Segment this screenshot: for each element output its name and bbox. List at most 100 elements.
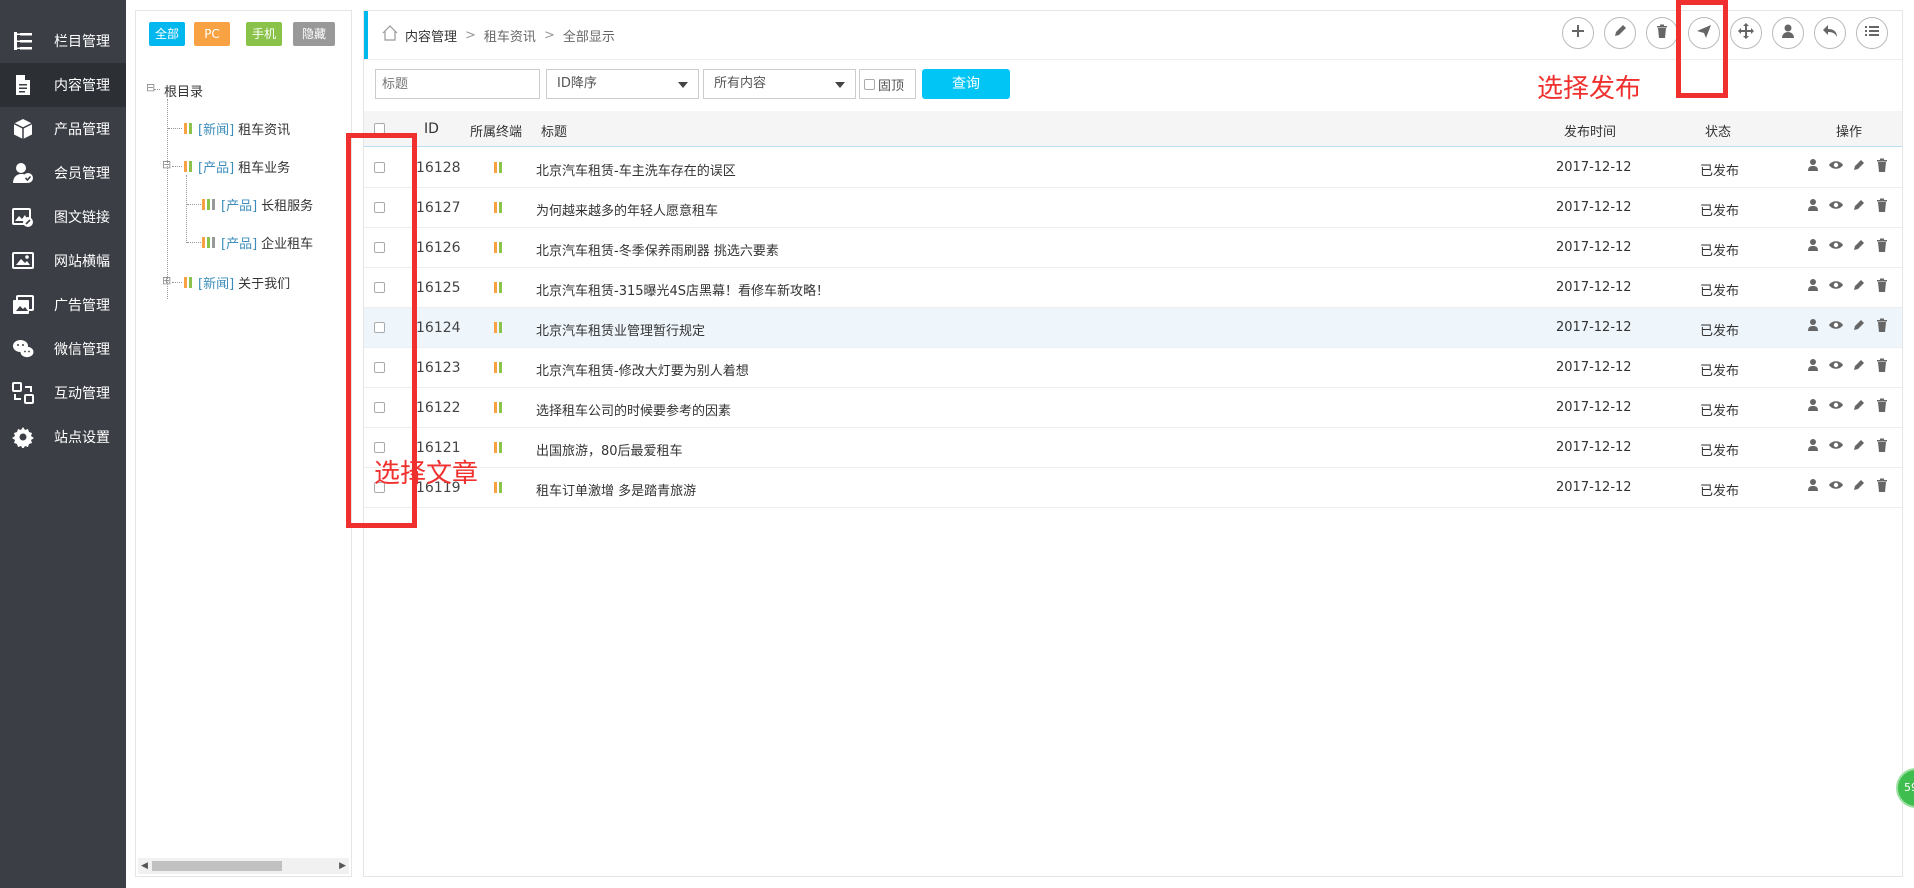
table-row[interactable]: 16125 北京汽车租赁-315曝光4S店黑幕！看修车新攻略！ 2017-12-12… — [364, 268, 1902, 308]
delete-icon[interactable] — [1875, 318, 1889, 336]
add-button[interactable] — [1562, 17, 1594, 49]
delete-icon[interactable] — [1875, 278, 1889, 296]
delete-icon[interactable] — [1875, 398, 1889, 416]
sticky-checkbox[interactable] — [864, 78, 875, 90]
user-icon[interactable] — [1806, 318, 1820, 336]
user-icon[interactable] — [1806, 238, 1820, 256]
home-icon[interactable] — [381, 24, 399, 46]
edit-icon[interactable] — [1852, 438, 1866, 456]
view-icon[interactable] — [1829, 278, 1843, 296]
table-row[interactable]: 16121 出国旅游，80后最爱租车 2017-12-12 已发布 — [364, 428, 1902, 468]
row-title[interactable]: 北京汽车租赁-冬季保养雨刷器 挑选六要素 — [536, 240, 779, 259]
table-row[interactable]: 16128 北京汽车租赁-车主洗车存在的误区 2017-12-12 已发布 — [364, 148, 1902, 188]
col-date[interactable]: 发布时间 — [1564, 121, 1616, 140]
tree-expand-icon[interactable]: ⊞ — [162, 274, 171, 287]
list-button[interactable] — [1856, 17, 1888, 49]
sidebar-item-product[interactable]: 产品管理 — [0, 107, 126, 151]
row-title[interactable]: 北京汽车租赁-车主洗车存在的误区 — [536, 160, 736, 179]
view-icon[interactable] — [1829, 358, 1843, 376]
edit-icon[interactable] — [1852, 358, 1866, 376]
row-title[interactable]: 北京汽车租赁-315曝光4S店黑幕！看修车新攻略！ — [536, 280, 829, 299]
breadcrumb-item[interactable]: 租车资讯 — [484, 26, 536, 45]
view-icon[interactable] — [1829, 398, 1843, 416]
edit-icon[interactable] — [1852, 198, 1866, 216]
view-icon[interactable] — [1829, 238, 1843, 256]
move-button[interactable] — [1730, 17, 1762, 49]
row-title[interactable]: 北京汽车租赁业管理暂行规定 — [536, 320, 705, 339]
tree-item-qiye[interactable]: [产品] 企业租车 — [202, 233, 313, 252]
title-search-input[interactable] — [375, 69, 540, 99]
view-icon[interactable] — [1829, 198, 1843, 216]
user-icon[interactable] — [1806, 158, 1820, 176]
delete-icon[interactable] — [1875, 158, 1889, 176]
edit-icon[interactable] — [1852, 238, 1866, 256]
tree-item-zucheyewu[interactable]: [产品] 租车业务 — [184, 157, 290, 176]
breadcrumb-item[interactable]: 全部显示 — [563, 26, 615, 45]
filter-all-button[interactable]: 全部 — [149, 22, 185, 46]
edit-button[interactable] — [1604, 17, 1636, 49]
edit-icon[interactable] — [1852, 158, 1866, 176]
view-icon[interactable] — [1829, 318, 1843, 336]
delete-icon[interactable] — [1875, 438, 1889, 456]
col-id[interactable]: ID — [424, 121, 439, 137]
row-title[interactable]: 为何越来越多的年轻人愿意租车 — [536, 200, 718, 219]
delete-icon[interactable] — [1875, 238, 1889, 256]
user-icon[interactable] — [1806, 278, 1820, 296]
scroll-left-icon[interactable]: ◀ — [141, 858, 148, 874]
view-icon[interactable] — [1829, 478, 1843, 496]
table-row[interactable]: 16119 租车订单激增 多是踏青旅游 2017-12-12 已发布 — [364, 468, 1902, 508]
breadcrumb-item[interactable]: 内容管理 — [405, 26, 457, 45]
tree-item-changzu[interactable]: [产品] 长租服务 — [202, 195, 313, 214]
table-row[interactable]: 16127 为何越来越多的年轻人愿意租车 2017-12-12 已发布 — [364, 188, 1902, 228]
row-title[interactable]: 租车订单激增 多是踏青旅游 — [536, 480, 696, 499]
tree-root[interactable]: 根目录 — [164, 81, 203, 100]
filter-mobile-button[interactable]: 手机 — [246, 22, 282, 46]
tree-horizontal-scrollbar[interactable]: ◀ ▶ — [138, 858, 349, 874]
tree-collapse-icon[interactable]: ⊟ — [146, 81, 155, 94]
table-row[interactable]: 16122 选择租车公司的时候要参考的因素 2017-12-12 已发布 — [364, 388, 1902, 428]
filter-hidden-button[interactable]: 隐藏 — [293, 22, 335, 46]
scroll-right-icon[interactable]: ▶ — [339, 858, 346, 874]
table-row[interactable]: 16126 北京汽车租赁-冬季保养雨刷器 挑选六要素 2017-12-12 已发布 — [364, 228, 1902, 268]
delete-icon[interactable] — [1875, 478, 1889, 496]
content-filter-select[interactable]: 所有内容 — [703, 69, 856, 99]
table-row[interactable]: 16123 北京汽车租赁-修改大灯要为别人着想 2017-12-12 已发布 — [364, 348, 1902, 388]
user-icon[interactable] — [1806, 478, 1820, 496]
sidebar-item-column[interactable]: 栏目管理 — [0, 19, 126, 63]
tree-collapse-icon[interactable]: ⊟ — [162, 158, 171, 171]
tree-item-about[interactable]: [新闻] 关于我们 — [184, 273, 290, 292]
sidebar-item-content[interactable]: 内容管理 — [0, 63, 126, 107]
edit-icon[interactable] — [1852, 318, 1866, 336]
sidebar-item-ad[interactable]: 广告管理 — [0, 283, 126, 327]
table-row[interactable]: 16124 北京汽车租赁业管理暂行规定 2017-12-12 已发布 — [364, 308, 1902, 348]
sidebar-item-wechat[interactable]: 微信管理 — [0, 327, 126, 371]
sidebar-item-settings[interactable]: 站点设置 — [0, 415, 126, 459]
row-title[interactable]: 出国旅游，80后最爱租车 — [536, 440, 683, 459]
sidebar-item-interact[interactable]: 互动管理 — [0, 371, 126, 415]
user-button[interactable] — [1772, 17, 1804, 49]
edit-icon[interactable] — [1852, 478, 1866, 496]
user-icon[interactable] — [1806, 438, 1820, 456]
user-icon[interactable] — [1806, 198, 1820, 216]
user-icon[interactable] — [1806, 398, 1820, 416]
query-button[interactable]: 查询 — [922, 69, 1010, 99]
row-title[interactable]: 北京汽车租赁-修改大灯要为别人着想 — [536, 360, 749, 379]
tree-item-zuchezixun[interactable]: [新闻] 租车资讯 — [184, 119, 290, 138]
sidebar-item-banner[interactable]: 网站横幅 — [0, 239, 126, 283]
sticky-checkbox-label[interactable]: 固顶 — [859, 69, 916, 99]
sidebar-item-imagelink[interactable]: 图文链接 — [0, 195, 126, 239]
sidebar-item-member[interactable]: 会员管理 — [0, 151, 126, 195]
view-icon[interactable] — [1829, 158, 1843, 176]
edit-icon[interactable] — [1852, 278, 1866, 296]
back-button[interactable] — [1814, 17, 1846, 49]
filter-pc-button[interactable]: PC — [194, 22, 230, 46]
delete-icon[interactable] — [1875, 198, 1889, 216]
edit-icon[interactable] — [1852, 398, 1866, 416]
delete-button[interactable] — [1646, 17, 1678, 49]
scrollbar-thumb[interactable] — [152, 861, 282, 871]
row-title[interactable]: 选择租车公司的时候要参考的因素 — [536, 400, 731, 419]
view-icon[interactable] — [1829, 438, 1843, 456]
user-icon[interactable] — [1806, 358, 1820, 376]
delete-icon[interactable] — [1875, 358, 1889, 376]
sort-select[interactable]: ID降序 — [546, 69, 699, 99]
